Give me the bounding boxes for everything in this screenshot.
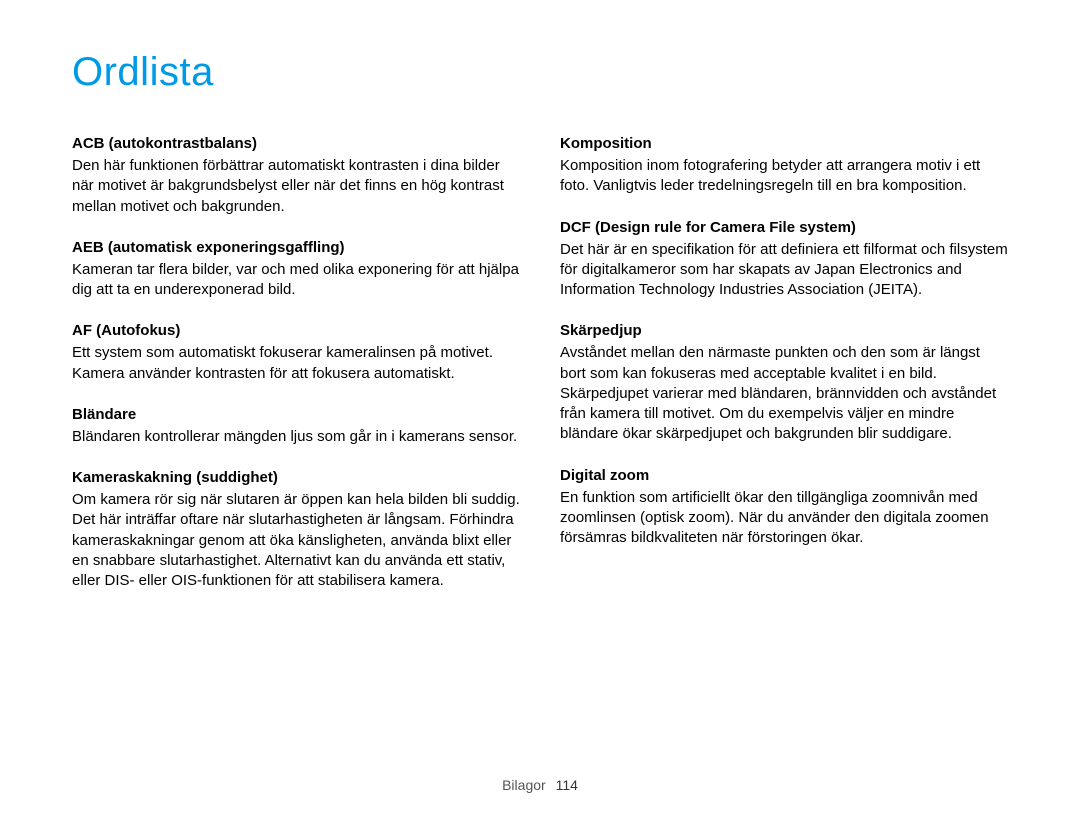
glossary-entry: Skärpedjup Avståndet mellan den närmaste… <box>560 322 1008 444</box>
glossary-entry: ACB (autokontrastbalans) Den här funktio… <box>72 135 520 217</box>
entry-term: ACB (autokontrastbalans) <box>72 135 520 152</box>
entry-definition: Kameran tar flera bilder, var och med ol… <box>72 260 520 301</box>
entry-definition: En funktion som artificiellt ökar den ti… <box>560 488 1008 549</box>
entry-definition: Den här funktionen förbättrar automatisk… <box>72 156 520 217</box>
left-column: ACB (autokontrastbalans) Den här funktio… <box>72 135 520 613</box>
glossary-columns: ACB (autokontrastbalans) Den här funktio… <box>72 135 1008 613</box>
glossary-entry: Komposition Komposition inom fotograferi… <box>560 135 1008 197</box>
glossary-entry: DCF (Design rule for Camera File system)… <box>560 219 1008 301</box>
entry-term: Bländare <box>72 406 520 423</box>
entry-term: DCF (Design rule for Camera File system) <box>560 219 1008 236</box>
entry-definition: Bländaren kontrollerar mängden ljus som … <box>72 427 520 447</box>
entry-term: Kameraskakning (suddighet) <box>72 469 520 486</box>
entry-term: AF (Autofokus) <box>72 322 520 339</box>
entry-definition: Ett system som automatiskt fokuserar kam… <box>72 343 520 384</box>
glossary-entry: Bländare Bländaren kontrollerar mängden … <box>72 406 520 447</box>
glossary-entry: AEB (automatisk exponeringsgaffling) Kam… <box>72 239 520 301</box>
entry-term: AEB (automatisk exponeringsgaffling) <box>72 239 520 256</box>
glossary-entry: Kameraskakning (suddighet) Om kamera rör… <box>72 469 520 591</box>
footer-page-number: 114 <box>556 777 578 793</box>
entry-term: Skärpedjup <box>560 322 1008 339</box>
footer-section-label: Bilagor <box>502 777 546 793</box>
entry-definition: Komposition inom fotografering betyder a… <box>560 156 1008 197</box>
entry-definition: Det här är en specifikation för att defi… <box>560 240 1008 301</box>
entry-definition: Om kamera rör sig när slutaren är öppen … <box>72 490 520 591</box>
glossary-entry: AF (Autofokus) Ett system som automatisk… <box>72 322 520 384</box>
entry-term: Komposition <box>560 135 1008 152</box>
entry-definition: Avståndet mellan den närmaste punkten oc… <box>560 343 1008 444</box>
page-title: Ordlista <box>72 50 1008 95</box>
right-column: Komposition Komposition inom fotograferi… <box>560 135 1008 613</box>
page-footer: Bilagor 114 <box>0 777 1080 793</box>
entry-term: Digital zoom <box>560 467 1008 484</box>
glossary-entry: Digital zoom En funktion som artificiell… <box>560 467 1008 549</box>
